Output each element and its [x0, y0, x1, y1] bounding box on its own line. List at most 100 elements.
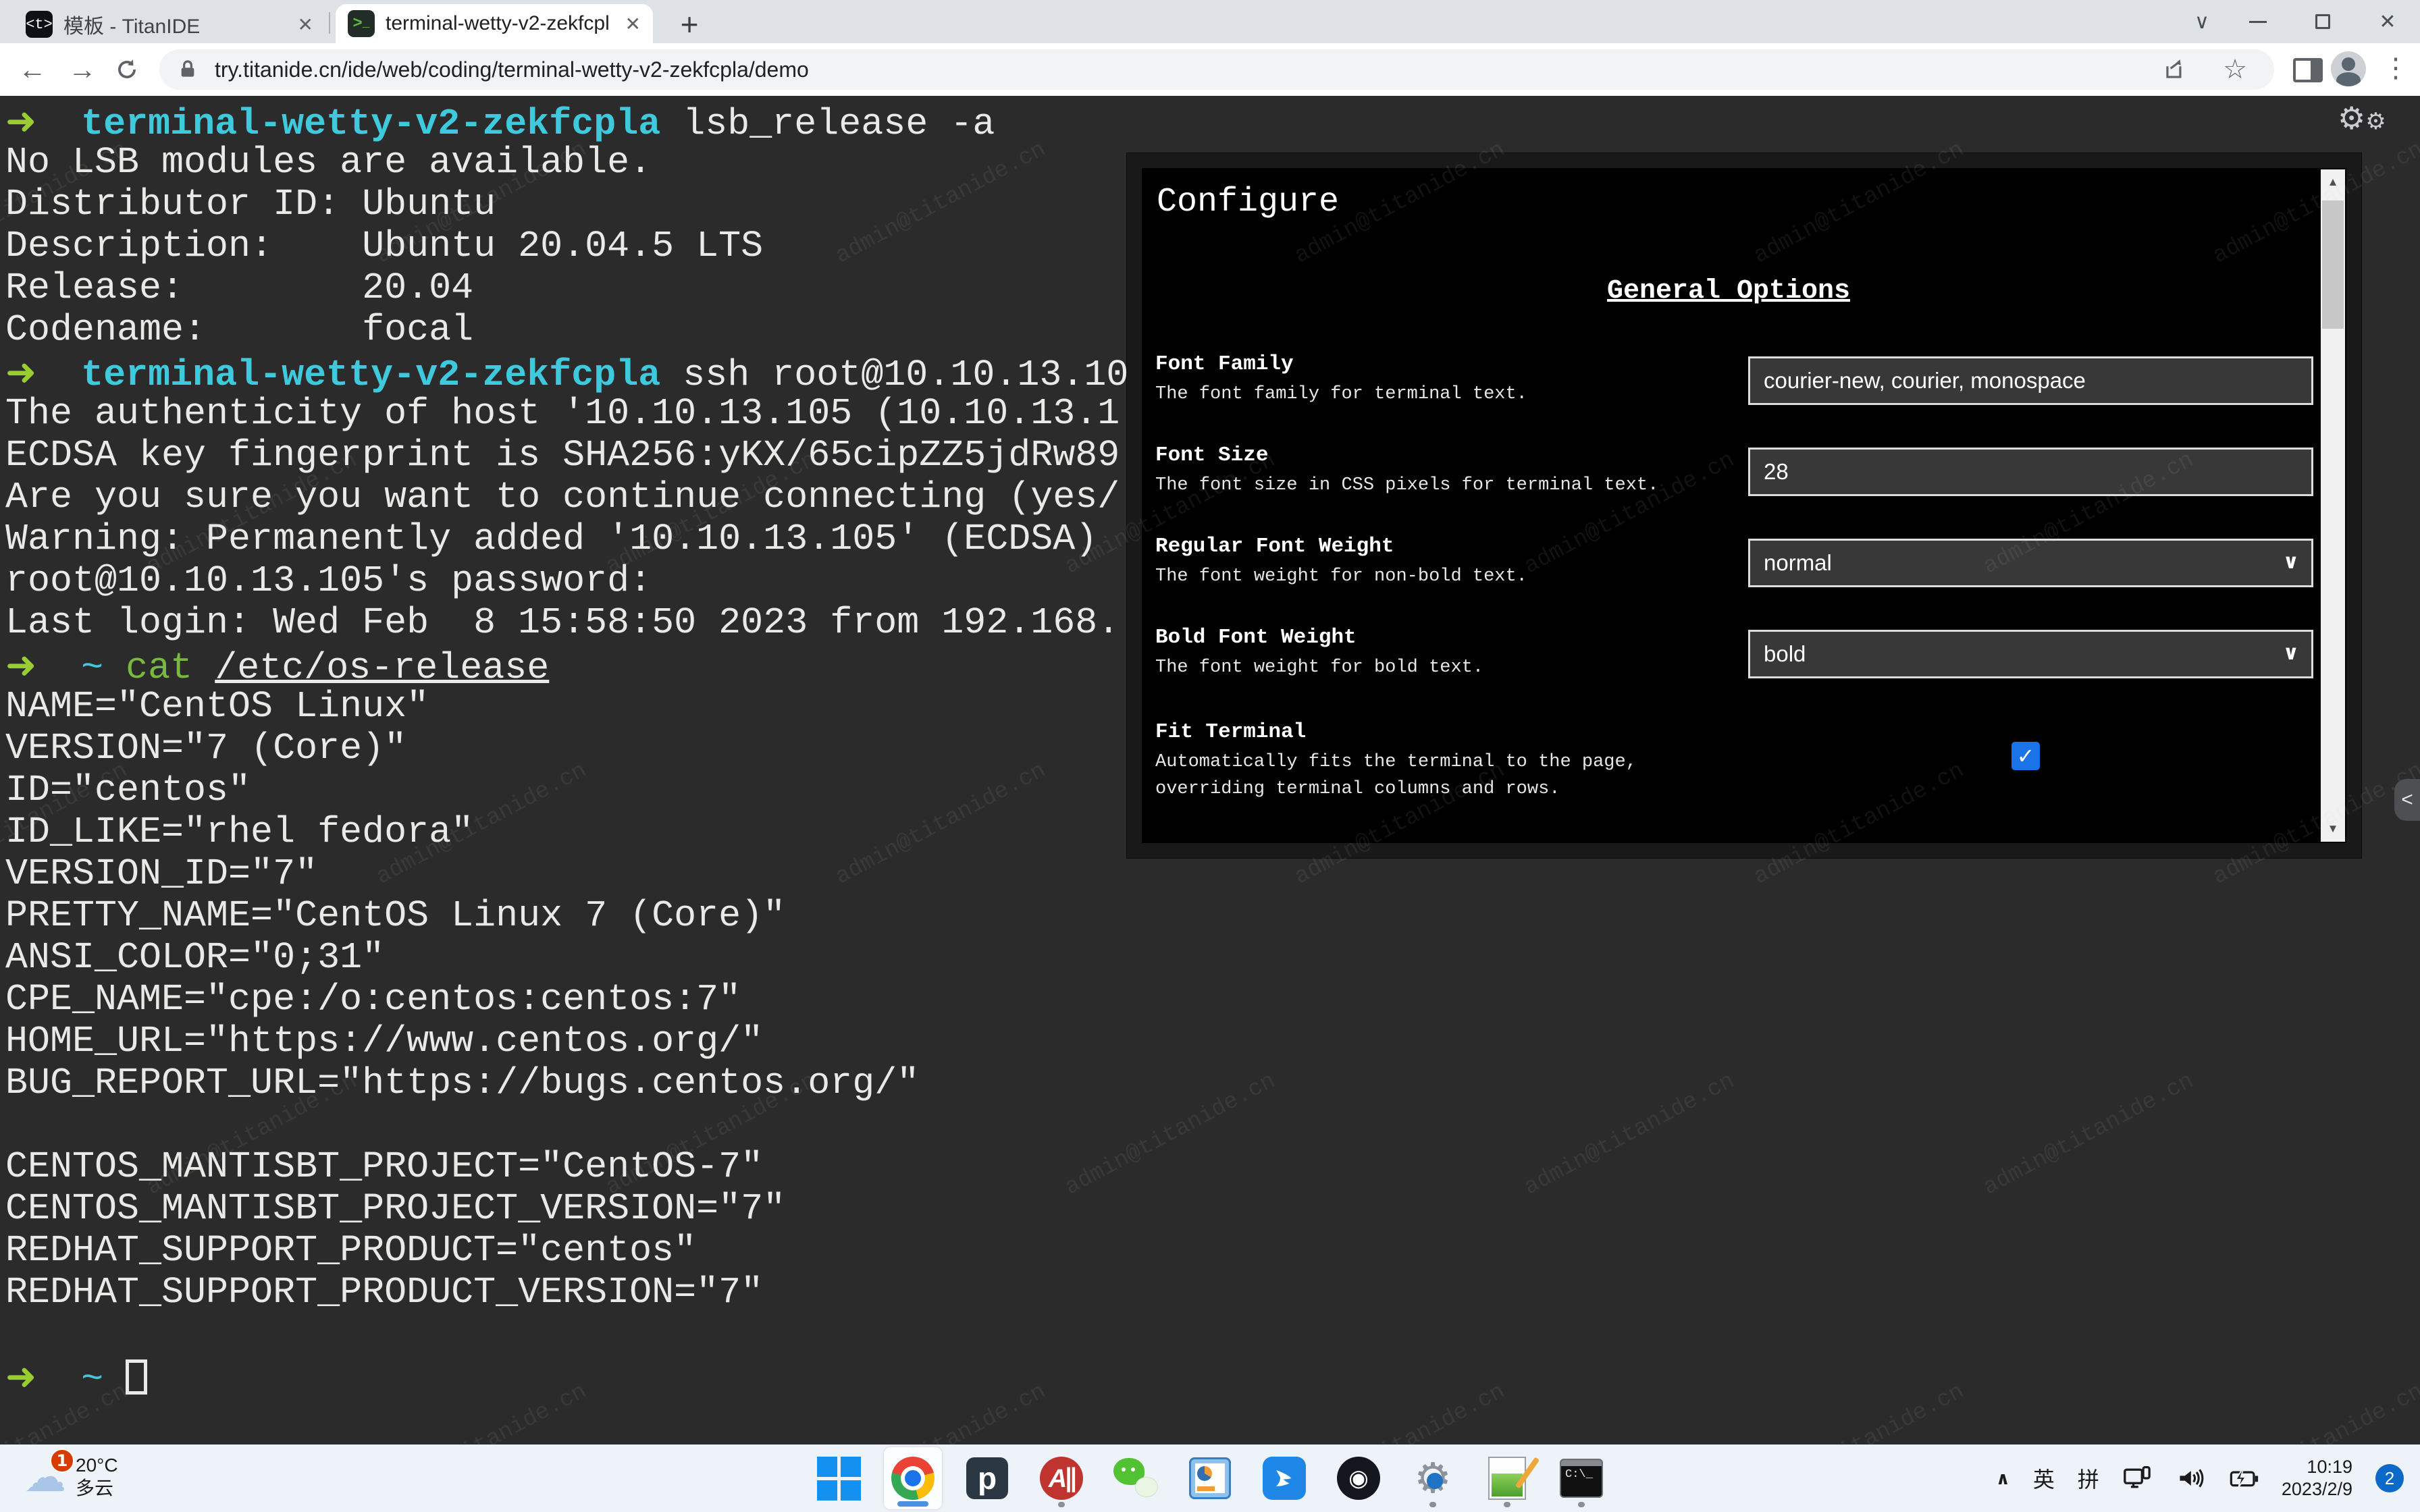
notification-count-badge[interactable]: 2	[2375, 1464, 2404, 1492]
taskbar-apps: p A∥ ◉ ⚙ C:\_	[810, 1444, 1610, 1512]
battery-charging-icon[interactable]	[2228, 1465, 2259, 1492]
field-label: Regular Font Weight	[1155, 535, 1394, 558]
font-size-input[interactable]: 28	[1748, 448, 2313, 496]
running-indicator	[1429, 1502, 1436, 1507]
terminal-line: ID_LIKE="rhel fedora"	[5, 811, 1151, 853]
terminal-line: CENTOS_MANTISBT_PROJECT="CentOS-7"	[5, 1146, 1151, 1188]
terminal-line	[5, 1314, 1151, 1355]
fit-terminal-checkbox[interactable]: ✓	[2011, 742, 2040, 770]
back-button[interactable]: ←	[12, 43, 53, 96]
share-icon[interactable]	[2162, 57, 2188, 82]
regular-font-weight-select[interactable]: normal	[1748, 539, 2313, 587]
reload-button[interactable]	[107, 43, 147, 96]
taskbar-app-chart-app[interactable]	[1181, 1447, 1239, 1509]
terminal-line: ANSI_COLOR="0;31"	[5, 937, 1151, 979]
terminal-line: ➜ terminal-wetty-v2-zekfcpla ssh root@10…	[5, 351, 1151, 393]
taskbar-app-settings-gear-app[interactable]: ⚙	[1404, 1447, 1462, 1509]
notes-app-icon	[1488, 1457, 1526, 1500]
tab-titanide[interactable]: <t> 模板 - TitanIDE ✕	[14, 5, 325, 43]
field-description: The font weight for non-bold text.	[1155, 563, 1682, 590]
taskbar-app-obs-studio[interactable]: ◉	[1330, 1447, 1388, 1509]
tab-close-icon[interactable]: ✕	[298, 14, 313, 36]
dialog-scrollbar[interactable]: ▲ ▼	[2321, 169, 2345, 842]
weather-temp: 20°C	[76, 1454, 118, 1477]
side-panel-icon[interactable]	[2293, 58, 2323, 82]
cloud-icon: ☁ 1	[24, 1450, 66, 1504]
red-a-icon: A∥	[1040, 1457, 1083, 1500]
chrome-icon	[891, 1457, 935, 1500]
configure-panel: Configure General Options Font FamilyThe…	[1142, 168, 2346, 843]
field-label: Font Family	[1155, 352, 1294, 376]
terminal-line: CENTOS_MANTISBT_PROJECT_VERSION="7"	[5, 1188, 1151, 1230]
taskbar-app-cmd-terminal-app[interactable]: C:\_	[1552, 1447, 1610, 1509]
tab-terminal-wetty[interactable]: >_ terminal-wetty-v2-zekfcpla - T ✕	[336, 4, 653, 43]
terminal-line: The authenticity of host '10.10.13.105 (…	[5, 393, 1151, 435]
tray-time: 10:19	[2282, 1456, 2352, 1478]
terminal-line: PRETTY_NAME="CentOS Linux 7 (Core)"	[5, 895, 1151, 937]
windows-start-icon	[817, 1457, 861, 1501]
settings-gears-icon[interactable]: ⚙⚙	[2338, 100, 2386, 136]
terminal-line: ECDSA key fingerprint is SHA256:yKX/65ci…	[5, 435, 1151, 477]
terminal-line: REDHAT_SUPPORT_PRODUCT="centos"	[5, 1230, 1151, 1272]
terminal-line: Are you sure you want to continue connec…	[5, 477, 1151, 518]
running-indicator	[1058, 1502, 1065, 1507]
watermark-text: admin@titanide.cn	[1520, 1069, 1739, 1201]
bold-font-weight-select[interactable]: bold	[1748, 630, 2313, 678]
terminal-favicon-icon: >_	[348, 10, 375, 37]
scrollbar-thumb[interactable]	[2322, 200, 2344, 329]
terminal-line: Last login: Wed Feb 8 15:58:50 2023 from…	[5, 602, 1151, 644]
terminal-output[interactable]: ➜ terminal-wetty-v2-zekfcpla lsb_release…	[5, 100, 1151, 1397]
field-row-bold-font-weight: Bold Font WeightThe font weight for bold…	[1155, 626, 2315, 713]
watermark-text: admin@titanide.cn	[1750, 1379, 1968, 1444]
restore-button[interactable]	[2290, 0, 2355, 43]
ime-language-indicator[interactable]: 英	[2033, 1463, 2055, 1494]
new-tab-button[interactable]: +	[672, 8, 707, 40]
forward-button[interactable]: →	[62, 43, 103, 96]
font-family-input[interactable]: courier-new, courier, monospace	[1748, 356, 2313, 405]
configure-dialog: Configure General Options Font FamilyThe…	[1126, 153, 2362, 859]
taskbar-app-red-a-app[interactable]: A∥	[1032, 1447, 1090, 1509]
address-bar[interactable]: try.titanide.cn/ide/web/coding/terminal-…	[159, 49, 2274, 90]
terminal-cursor	[126, 1359, 147, 1395]
wechat-icon	[1113, 1458, 1158, 1498]
close-window-button[interactable]: ✕	[2355, 0, 2420, 43]
browser-menu-icon[interactable]: ⋮	[2382, 53, 2409, 84]
system-tray: ∧ 英 拼 10:19 2023/2/9 2	[1996, 1444, 2404, 1512]
windows-taskbar: ☁ 1 20°C 多云 p A∥ ◉ ⚙ C:\_ ∧ 英 拼 10:19 2023/2…	[0, 1444, 2420, 1512]
p-app-icon: p	[966, 1457, 1008, 1499]
bookmark-star-icon[interactable]: ☆	[2223, 54, 2247, 85]
taskbar-app-notes-editor-app[interactable]	[1478, 1447, 1536, 1509]
taskbar-app-dingtalk[interactable]	[1255, 1447, 1313, 1509]
scroll-down-icon[interactable]: ▼	[2321, 816, 2345, 842]
clock[interactable]: 10:19 2023/2/9	[2282, 1456, 2352, 1501]
obs-icon: ◉	[1337, 1457, 1380, 1500]
terminal-line: VERSION_ID="7"	[5, 853, 1151, 895]
edge-collapse-handle[interactable]: <	[2394, 779, 2420, 821]
taskbar-app-windows-start[interactable]	[810, 1447, 868, 1509]
taskbar-app-wechat[interactable]	[1107, 1447, 1165, 1509]
network-display-icon[interactable]	[2122, 1465, 2152, 1492]
taskbar-app-p-app[interactable]: p	[958, 1447, 1016, 1509]
terminal-line: ➜ ~ cat /etc/os-release	[5, 644, 1151, 686]
minimize-button[interactable]	[2226, 0, 2290, 43]
terminal-line: CPE_NAME="cpe:/o:centos:centos:7"	[5, 979, 1151, 1021]
tab-title: 模板 - TitanIDE	[63, 9, 200, 39]
weather-condition: 多云	[76, 1477, 118, 1500]
dialog-fields: Font FamilyThe font family for terminal …	[1155, 168, 2315, 843]
scroll-up-icon[interactable]: ▲	[2321, 169, 2345, 195]
tab-close-icon[interactable]: ✕	[625, 13, 641, 35]
browser-toolbar: ← → try.titanide.cn/ide/web/coding/termi…	[0, 43, 2420, 96]
ime-pinyin-indicator[interactable]: 拼	[2078, 1463, 2099, 1494]
watermark-text: admin@titanide.cn	[2209, 1379, 2420, 1444]
taskbar-app-chrome[interactable]	[884, 1447, 942, 1509]
window-controls: ∨ ✕	[2178, 0, 2420, 43]
profile-avatar[interactable]	[2331, 51, 2366, 86]
terminal-line: VERSION="7 (Core)"	[5, 728, 1151, 770]
tray-expand-icon[interactable]: ∧	[1996, 1468, 2010, 1489]
field-row-fit-terminal: Fit TerminalAutomatically fits the termi…	[1155, 720, 2315, 808]
weather-text: 20°C 多云	[76, 1454, 118, 1500]
weather-widget[interactable]: ☁ 1 20°C 多云	[24, 1450, 118, 1504]
tab-search-icon[interactable]: ∨	[2178, 0, 2226, 43]
speaker-volume-icon[interactable]	[2175, 1465, 2205, 1492]
terminal-line: Warning: Permanently added '10.10.13.105…	[5, 518, 1151, 560]
